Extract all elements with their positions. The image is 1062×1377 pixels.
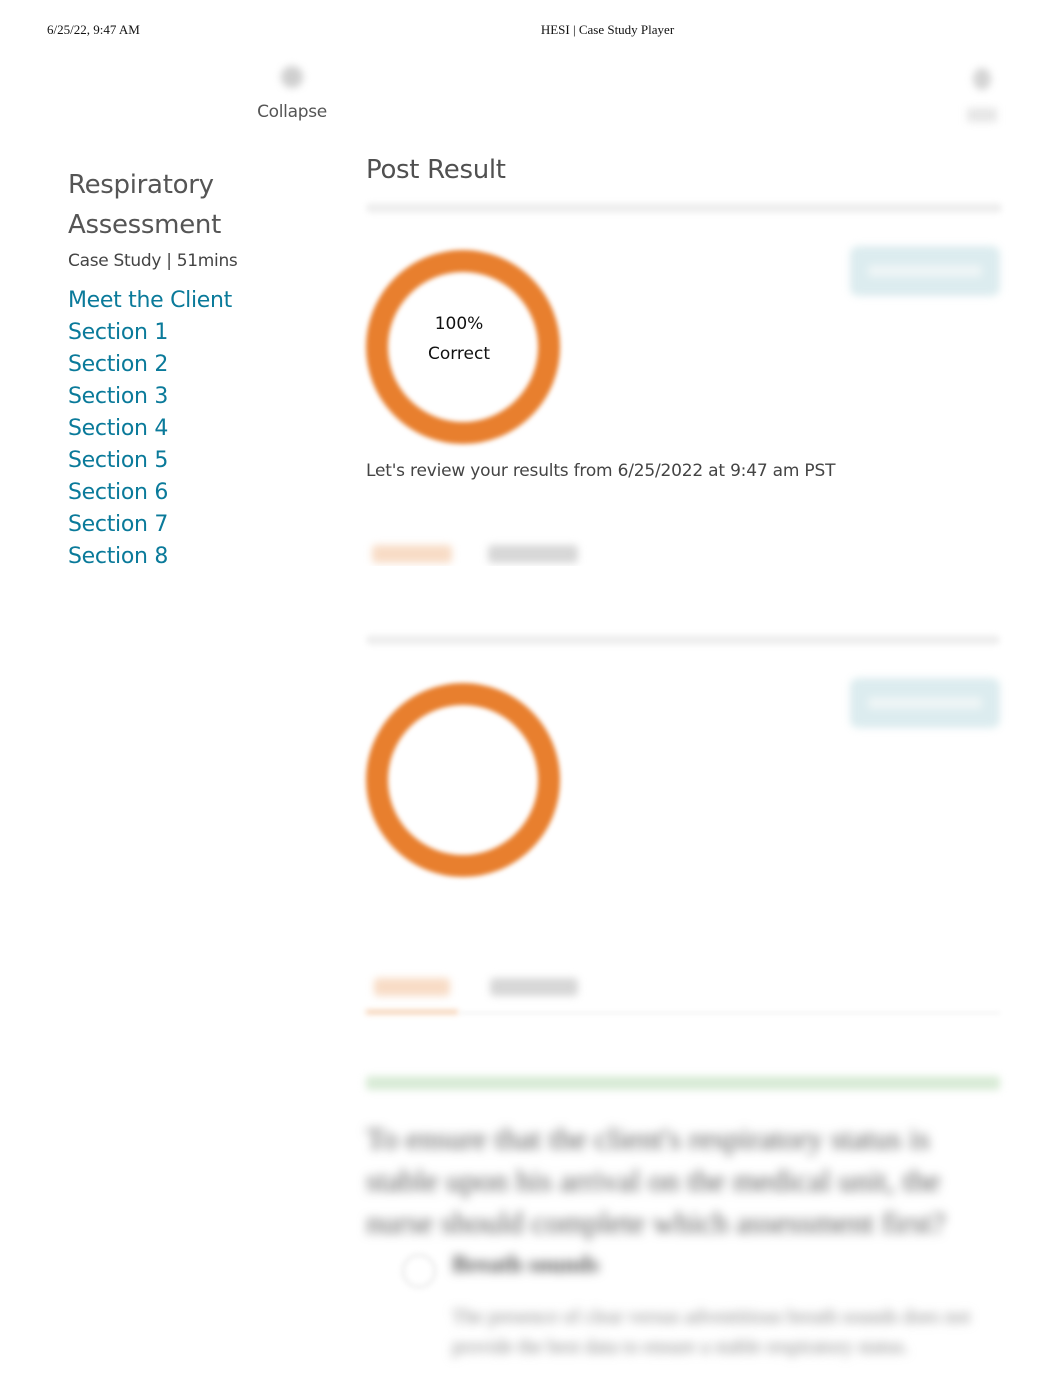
menu-label xyxy=(967,108,997,122)
tab-incorrect-2[interactable] xyxy=(490,978,578,996)
nav-item-section-2[interactable]: Section 2 xyxy=(68,349,338,381)
menu-icon xyxy=(973,68,991,90)
menu-button[interactable] xyxy=(962,68,1002,122)
collapse-button[interactable]: Collapse xyxy=(252,66,332,122)
nav-item-section-1[interactable]: Section 1 xyxy=(68,317,338,349)
radio-button[interactable] xyxy=(402,1254,436,1288)
score-text: 100% Correct xyxy=(362,309,556,369)
option-rationale: The presence of clear versus adventitiou… xyxy=(452,1306,971,1358)
collapse-label: Collapse xyxy=(257,102,327,122)
print-page-title: HESI | Case Study Player xyxy=(540,22,675,37)
nav-item-section-7[interactable]: Section 7 xyxy=(68,509,338,541)
nav-item-section-5[interactable]: Section 5 xyxy=(68,445,338,477)
nav-item-section-6[interactable]: Section 6 xyxy=(68,477,338,509)
action-button-2[interactable] xyxy=(850,678,1000,728)
score-label: Correct xyxy=(427,344,491,364)
nav-item-section-3[interactable]: Section 3 xyxy=(68,381,338,413)
case-title: Respiratory Assessment xyxy=(68,170,221,240)
header-divider-2 xyxy=(366,635,1000,645)
nav-item-section-4[interactable]: Section 4 xyxy=(68,413,338,445)
score-percent: 100% xyxy=(434,314,484,334)
tab-correct-2[interactable] xyxy=(374,978,450,996)
collapse-icon xyxy=(281,66,303,88)
tabs-divider xyxy=(460,1012,1000,1014)
sidebar: Respiratory Assessment Case Study | 51mi… xyxy=(68,165,338,565)
main-content: Post Result xyxy=(366,155,1002,213)
score-ring-2 xyxy=(366,683,560,877)
header-divider xyxy=(366,203,1002,213)
print-header: 6/25/22, 9:47 AM HESI | Case Study Playe… xyxy=(0,22,1062,40)
correct-indicator-bar xyxy=(366,1076,1000,1090)
nav-item-section-8[interactable]: Section 8 xyxy=(68,541,338,565)
post-result-title: Post Result xyxy=(366,155,506,185)
section-nav: Meet the Client Section 1 Section 2 Sect… xyxy=(68,285,338,565)
active-tab-underline xyxy=(366,1010,458,1014)
nav-item-meet-the-client[interactable]: Meet the Client xyxy=(68,285,338,317)
case-meta: Case Study | 51mins xyxy=(68,251,238,271)
option-label: Breath sounds xyxy=(452,1252,599,1278)
tab-incorrect[interactable] xyxy=(488,545,578,563)
action-button[interactable] xyxy=(850,246,1000,296)
tab-correct[interactable] xyxy=(372,545,452,563)
review-text: Let's review your results from 6/25/2022… xyxy=(366,461,836,481)
question-text: To ensure that the client's respiratory … xyxy=(366,1121,946,1240)
